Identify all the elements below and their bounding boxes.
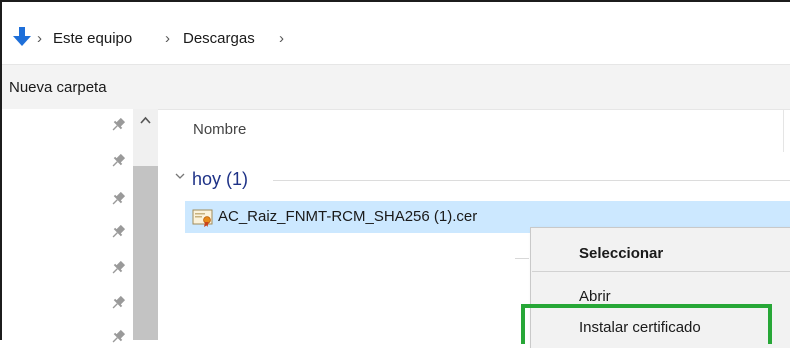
breadcrumb-separator[interactable]: › bbox=[279, 30, 284, 48]
menu-item-seleccionar[interactable]: Seleccionar bbox=[579, 245, 663, 263]
pin-icon[interactable] bbox=[110, 191, 126, 207]
context-menu-shadow bbox=[515, 258, 529, 259]
breadcrumb-este-equipo[interactable]: Este equipo bbox=[53, 30, 132, 48]
breadcrumb-separator[interactable]: › bbox=[165, 30, 170, 48]
column-header-name[interactable]: Nombre bbox=[193, 121, 246, 139]
download-arrow-icon bbox=[13, 27, 31, 46]
pin-icon[interactable] bbox=[110, 295, 126, 311]
new-folder-button[interactable]: Nueva carpeta bbox=[9, 79, 107, 97]
navigation-pane bbox=[2, 109, 133, 343]
pin-icon[interactable] bbox=[110, 153, 126, 169]
pin-icon[interactable] bbox=[110, 260, 126, 276]
pin-icon[interactable] bbox=[110, 224, 126, 240]
command-bar: Nueva carpeta bbox=[2, 64, 790, 110]
scrollbar-thumb[interactable] bbox=[133, 166, 158, 340]
pin-icon[interactable] bbox=[110, 329, 126, 345]
scroll-up-icon[interactable] bbox=[133, 109, 158, 131]
group-divider bbox=[273, 180, 790, 181]
column-divider[interactable] bbox=[783, 110, 784, 152]
pin-icon[interactable] bbox=[110, 117, 126, 133]
menu-separator bbox=[532, 271, 790, 272]
breadcrumb-separator[interactable]: › bbox=[37, 30, 42, 48]
file-name[interactable]: AC_Raiz_FNMT-RCM_SHA256 (1).cer bbox=[218, 208, 477, 226]
highlight-box bbox=[521, 304, 772, 344]
chevron-down-icon[interactable] bbox=[174, 170, 186, 182]
certificate-file-icon bbox=[192, 209, 213, 227]
breadcrumb-descargas[interactable]: Descargas bbox=[183, 30, 255, 48]
navigation-scrollbar[interactable] bbox=[133, 109, 158, 340]
address-bar[interactable]: › Este equipo › Descargas › bbox=[2, 2, 790, 64]
group-title[interactable]: hoy (1) bbox=[192, 168, 248, 190]
